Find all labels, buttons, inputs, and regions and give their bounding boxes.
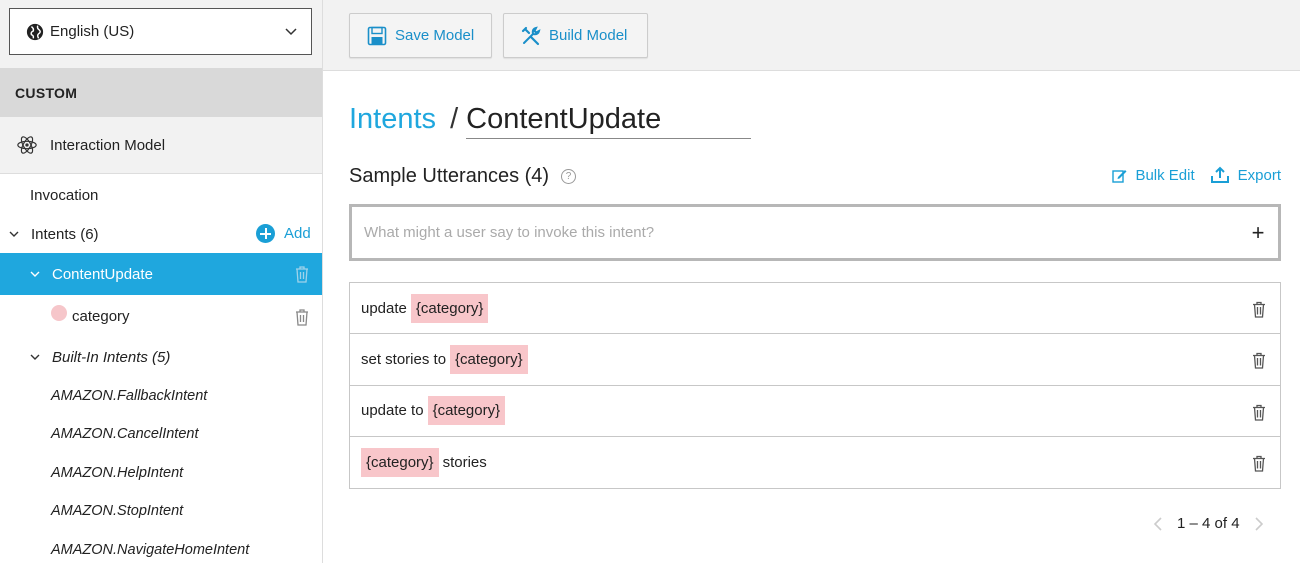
bulk-edit-button[interactable]: Bulk Edit <box>1112 166 1195 184</box>
utterance-input-box: + <box>349 204 1281 261</box>
bulk-edit-icon <box>1112 169 1127 183</box>
sidebar-item-content-update[interactable]: ContentUpdate <box>0 253 322 295</box>
sidebar-item-label: AMAZON.NavigateHomeIntent <box>51 542 250 558</box>
utterance-list: update {category} set stories to {category}… <box>349 282 1281 489</box>
build-model-button[interactable]: Build Model <box>503 13 648 58</box>
slot-chip: {category} <box>361 447 439 477</box>
export-button[interactable]: Export <box>1210 166 1281 184</box>
utterance-text: update to <box>361 402 424 420</box>
sidebar-item-label: AMAZON.CancelIntent <box>51 426 199 442</box>
utterance-text: stories <box>442 453 487 471</box>
pagination: 1 – 4 of 4 <box>1153 515 1264 532</box>
language-label: English (US) <box>50 23 135 40</box>
trash-icon[interactable] <box>294 265 310 283</box>
sidebar-item-label: category <box>72 307 130 325</box>
language-select[interactable]: English (US) <box>9 8 312 55</box>
sidebar-item-invocation[interactable]: Invocation <box>0 180 322 210</box>
tools-icon <box>521 26 541 45</box>
sidebar-item-builtin-intent[interactable]: AMAZON.CancelIntent <box>0 420 322 448</box>
sidebar-item-intents[interactable]: Intents (6) Add <box>0 219 322 249</box>
sidebar-item-interaction-model[interactable]: Interaction Model <box>0 117 322 174</box>
toolbar: Save Model Build Model <box>323 0 1300 71</box>
skill-builder: English (US) CUSTOM Interaction Model In… <box>0 0 1300 563</box>
utterance-row[interactable]: update {category} <box>350 283 1280 335</box>
chevron-right-icon[interactable] <box>1254 516 1264 532</box>
slot-color-dot <box>51 305 67 321</box>
chevron-down-icon <box>30 271 40 277</box>
trash-icon[interactable] <box>1252 404 1266 421</box>
sidebar-item-slot-category[interactable]: category <box>0 300 322 332</box>
sidebar-item-builtin-intents[interactable]: Built-In Intents (5) <box>0 342 322 372</box>
sidebar-item-builtin-intent[interactable]: AMAZON.HelpIntent <box>0 459 322 487</box>
sidebar-item-label: ContentUpdate <box>52 265 153 283</box>
section-title-text: Sample Utterances (4) <box>349 165 550 187</box>
trash-icon[interactable] <box>1252 455 1266 472</box>
add-utterance-button[interactable]: + <box>1238 220 1278 246</box>
sidebar-item-label: Intents (6) <box>31 225 99 243</box>
trash-icon[interactable] <box>1252 352 1266 369</box>
utterance-row[interactable]: set stories to {category} <box>350 334 1280 386</box>
sidebar-item-builtin-intent[interactable]: AMAZON.StopIntent <box>0 497 322 525</box>
utterance-row[interactable]: {category} stories <box>350 437 1280 488</box>
sidebar: English (US) CUSTOM Interaction Model In… <box>0 0 323 563</box>
bulk-edit-label: Bulk Edit <box>1135 166 1195 184</box>
chevron-down-icon <box>9 231 19 237</box>
slot-chip: {category} <box>450 344 528 374</box>
add-intent-button[interactable]: Add <box>256 224 311 243</box>
slot-chip: {category} <box>427 396 506 426</box>
chevron-down-icon <box>30 354 40 360</box>
export-label: Export <box>1237 166 1281 184</box>
sidebar-item-builtin-intent[interactable]: AMAZON.FallbackIntent <box>0 382 322 410</box>
breadcrumb-intents-link[interactable]: Intents <box>349 103 436 136</box>
custom-section-header: CUSTOM <box>0 68 322 117</box>
sidebar-item-label: AMAZON.FallbackIntent <box>51 388 208 404</box>
utterance-input[interactable] <box>364 224 1238 241</box>
trash-icon[interactable] <box>294 308 310 326</box>
sidebar-item-label: Built-In Intents (5) <box>52 348 171 366</box>
sidebar-item-label: Invocation <box>30 186 99 204</box>
atom-icon <box>17 136 37 154</box>
breadcrumb: Intents / ContentUpdate <box>349 103 752 147</box>
intent-name-field[interactable]: ContentUpdate <box>466 103 752 139</box>
chevron-left-icon[interactable] <box>1153 516 1163 532</box>
export-icon <box>1210 166 1229 183</box>
save-icon <box>367 26 387 45</box>
sidebar-item-label: AMAZON.HelpIntent <box>51 465 184 481</box>
trash-icon[interactable] <box>1252 301 1266 318</box>
utterance-text: set stories to <box>361 350 447 368</box>
pagination-text: 1 – 4 of 4 <box>1177 515 1240 532</box>
plus-circle-icon <box>256 224 275 243</box>
sidebar-item-label: Interaction Model <box>50 136 166 154</box>
utterance-text: update <box>361 299 407 317</box>
utterance-row[interactable]: update to {category} <box>350 386 1280 437</box>
language-area: English (US) <box>0 0 322 68</box>
help-icon[interactable]: ? <box>561 169 577 184</box>
slot-chip: {category} <box>410 293 489 323</box>
build-model-label: Build Model <box>549 27 628 44</box>
sidebar-item-builtin-intent[interactable]: AMAZON.NavigateHomeIntent <box>0 536 322 563</box>
breadcrumb-separator: / <box>450 103 459 135</box>
save-model-label: Save Model <box>395 27 475 44</box>
globe-icon <box>26 23 44 40</box>
sidebar-item-label: AMAZON.StopIntent <box>51 503 184 519</box>
utterance-actions: Bulk Edit Export <box>1112 166 1281 184</box>
save-model-button[interactable]: Save Model <box>349 13 492 58</box>
chevron-down-icon <box>285 27 297 35</box>
sample-utterances-title: Sample Utterances (4) ? <box>349 165 577 188</box>
add-label: Add <box>284 225 311 242</box>
